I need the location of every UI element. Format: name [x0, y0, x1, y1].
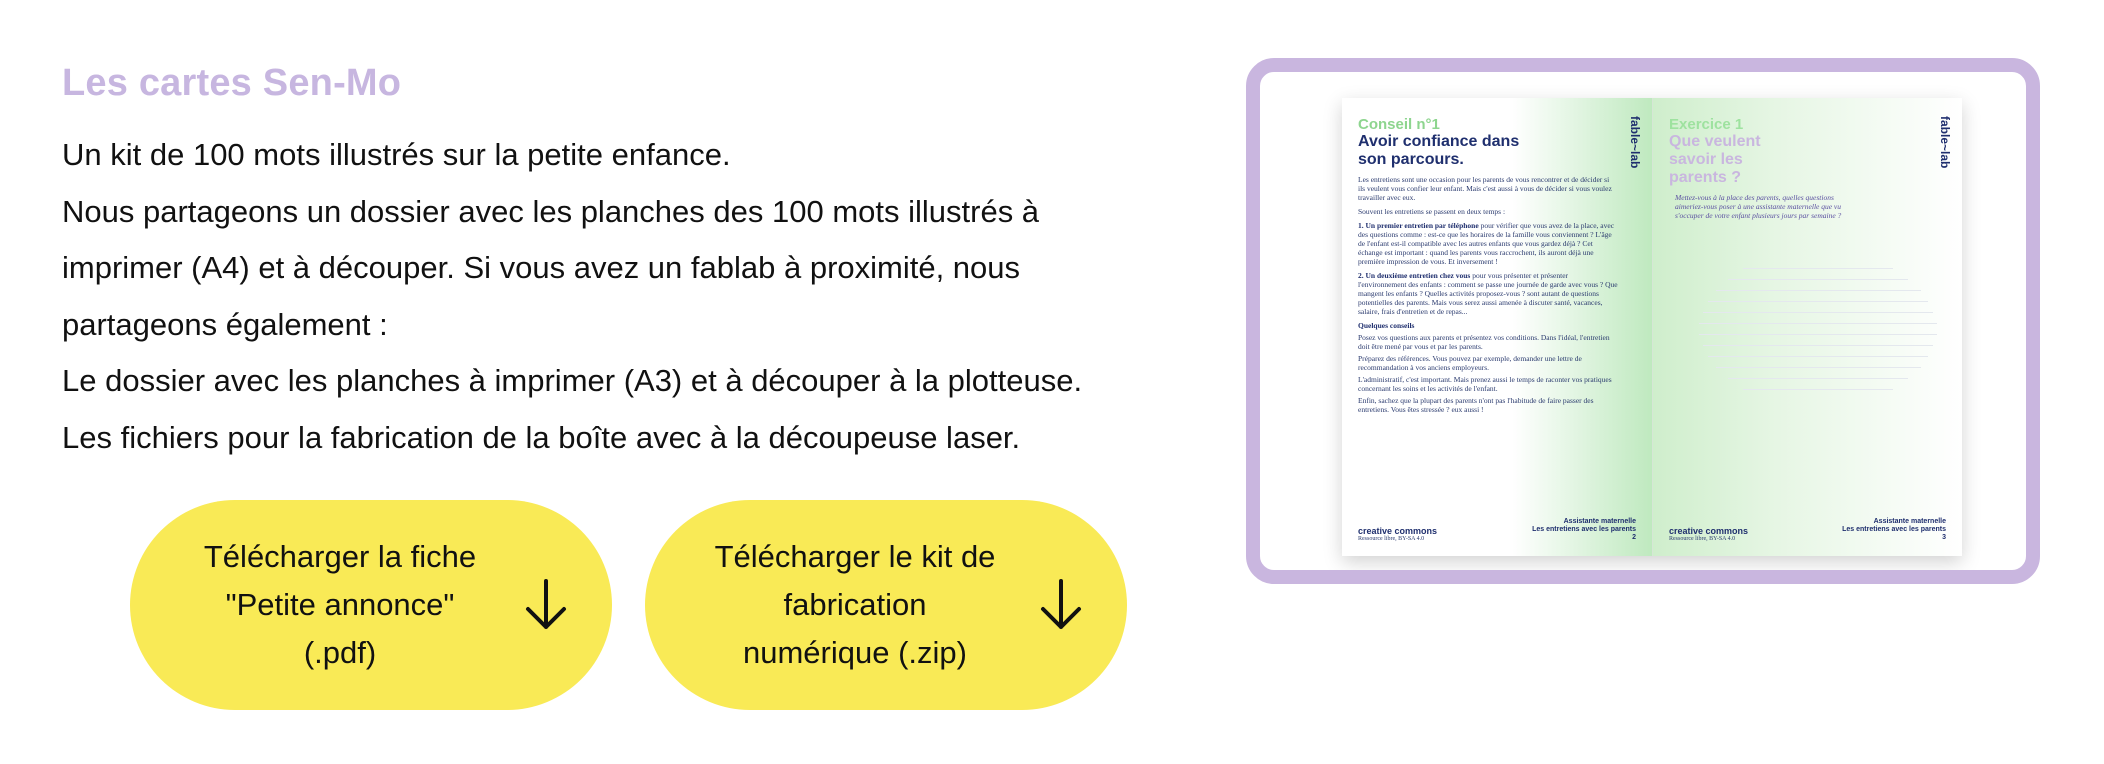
paragraph-dossier: Nous partageons un dossier avec les plan… — [62, 193, 1040, 342]
booklet-preview-image: Conseil n°1 Avoir confiance dans son par… — [1246, 58, 2040, 584]
page-footer: creative commons Ressource libre, BY-SA … — [1358, 518, 1636, 542]
booklet-page-right: Exercice 1 Que veulent savoir les parent… — [1652, 98, 1962, 556]
writing-lines — [1693, 268, 1943, 400]
body-intro: Les entretiens sont une occasion pour le… — [1358, 175, 1612, 202]
page-title: Que veulent savoir les parents ? — [1669, 133, 1761, 186]
page-body: Les entretiens sont une occasion pour le… — [1358, 175, 1618, 414]
tip-item: Enfin, sachez que la plupart des parents… — [1358, 396, 1594, 414]
section-title: Les cartes Sen-Mo — [62, 62, 402, 104]
body-lead: Souvent les entretiens se passent en deu… — [1358, 207, 1506, 216]
page-number: 3 — [1942, 534, 1946, 541]
exercise-prompt: Mettez-vous à la place des parents, quel… — [1675, 193, 1842, 220]
paragraph-laser: Les fichiers pour la fabrication de la b… — [62, 419, 1021, 455]
footer-info: Assistante maternelle Les entretiens ave… — [1842, 518, 1946, 541]
download-petite-annonce-label: Télécharger la fiche "Petite annonce" (.… — [203, 539, 477, 670]
page-kicker: Conseil n°1 — [1358, 116, 1440, 133]
creative-commons-logo: creative commons Ressource libre, BY-SA … — [1669, 526, 1749, 542]
license-text: Ressource libre, BY-SA 4.0 — [1669, 536, 1736, 542]
footer-info: Assistante maternelle Les entretiens ave… — [1532, 518, 1636, 541]
page-kicker: Exercice 1 — [1669, 116, 1744, 133]
step1-bold: 1. Un premier entretien par téléphone — [1358, 221, 1479, 230]
tips-title: Quelques conseils — [1358, 321, 1415, 330]
page-footer: creative commons Ressource libre, BY-SA … — [1669, 518, 1946, 542]
body-step2: 2. Un deuxième entretien chez vous pour … — [1358, 271, 1618, 316]
fablab-logo: fable~lab — [1938, 116, 1952, 169]
tip-item: L'administratif, c'est important. Mais p… — [1358, 375, 1612, 393]
booklet-page-left: Conseil n°1 Avoir confiance dans son par… — [1342, 98, 1652, 556]
download-petite-annonce-button[interactable]: Télécharger la fiche "Petite annonce" (.… — [130, 500, 612, 710]
fablab-logo: fable~lab — [1628, 116, 1642, 169]
open-booklet: Conseil n°1 Avoir confiance dans son par… — [1342, 98, 1962, 556]
page-title: Avoir confiance dans son parcours. — [1358, 133, 1520, 168]
creative-commons-logo: creative commons Ressource libre, BY-SA … — [1358, 526, 1438, 542]
content-section: Les cartes Sen-Mo Un kit de 100 mots ill… — [62, 62, 1162, 466]
download-kit-fabrication-label: Télécharger le kit de fabrication numéri… — [714, 539, 996, 670]
download-kit-fabrication-button[interactable]: Télécharger le kit de fabrication numéri… — [645, 500, 1127, 710]
download-buttons: Télécharger la fiche "Petite annonce" (.… — [130, 500, 1127, 710]
paragraph-a3: Le dossier avec les planches à imprimer … — [62, 363, 1083, 398]
license-text: Ressource libre, BY-SA 4.0 — [1358, 536, 1425, 542]
body-step1: 1. Un premier entretien par téléphone po… — [1358, 221, 1618, 266]
description: Un kit de 100 mots illustrés sur la peti… — [62, 127, 1162, 466]
step2-bold: 2. Un deuxième entretien chez vous — [1358, 271, 1471, 280]
tip-item: Préparez des références. Vous pouvez par… — [1358, 354, 1582, 372]
tip-item: Posez vos questions aux parents et prése… — [1358, 333, 1610, 351]
paragraph-intro: Un kit de 100 mots illustrés sur la peti… — [62, 137, 731, 172]
arrow-down-icon — [520, 575, 572, 635]
arrow-down-icon — [1035, 575, 1087, 635]
page-number: 2 — [1632, 534, 1636, 541]
